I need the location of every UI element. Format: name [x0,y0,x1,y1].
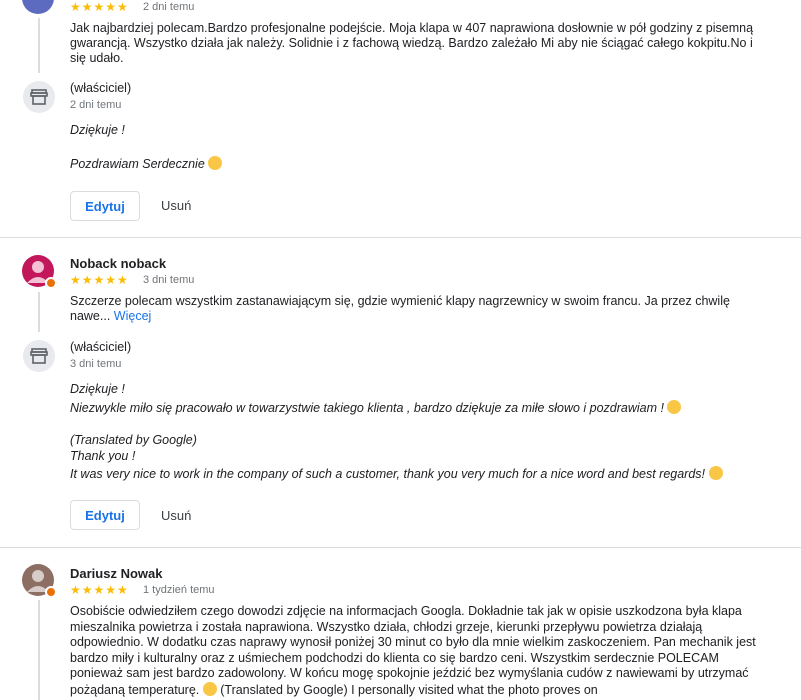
more-link[interactable]: Więcej [114,309,152,323]
owner-avatar [23,81,55,113]
owner-avatar [23,340,55,372]
thread-line [38,600,40,700]
owner-reply-time: 3 dni temu [70,358,122,370]
owner-label: (właściciel) [70,81,132,95]
review-divider [0,547,801,548]
translated-text: It was very nice to work in the company … [70,467,706,481]
store-icon [30,348,48,364]
review-time: 3 dni temu [143,274,195,286]
owner-reply-time: 2 dni temu [70,99,122,111]
wink-emoji-icon [708,466,723,480]
reviewer-avatar[interactable] [22,564,57,598]
thread-line [38,18,40,73]
rating-stars: ★★★★★ [70,583,129,597]
translated-line: Thank you ! [70,449,136,463]
store-icon [30,89,48,105]
owner-reply-line: Dziękuje ! [70,123,125,137]
edit-reply-button[interactable]: Edytuj [70,191,140,221]
owner-label: (właściciel) [70,340,132,354]
delete-reply-button[interactable]: Usuń [161,198,191,213]
wink-emoji-icon [208,156,223,170]
review-text: Jak najbardziej polecam.Bardzo profesjon… [70,21,754,65]
translated-body: It was very nice to work in the company … [70,466,790,483]
owner-reply-text: Niezwykle miło się pracowało w towarzyst… [70,401,664,415]
delete-reply-button[interactable]: Usuń [161,508,191,523]
translated-label: (Translated by Google) [70,433,197,447]
review-time: 1 tydzień temu [143,584,215,596]
owner-reply-body: Niezwykle miło się pracowało w towarzyst… [70,400,790,417]
review-divider [0,237,801,238]
review-text-translated: (Translated by Google) I personally visi… [220,682,598,697]
review-text: Osobiście odwiedziłem czego dowodzi zdję… [70,604,770,698]
local-guide-badge [45,586,57,598]
review-text-content: Szczerze polecam wszystkim zastanawiając… [70,294,730,323]
rating-stars: ★★★★★ [70,273,129,287]
reviewer-avatar[interactable] [22,0,54,14]
reviewer-avatar[interactable] [22,255,57,289]
grin-emoji-icon [202,681,217,696]
owner-reply-line: Dziękuje ! [70,382,125,396]
owner-reply-signoff: Pozdrawiam Serdecznie [70,156,223,173]
reviewer-name[interactable]: Dariusz Nowak [70,566,162,581]
wink-emoji-icon [667,400,682,414]
review-text: Szczerze polecam wszystkim zastanawiając… [70,294,770,324]
review-time: 2 dni temu [143,1,195,13]
rating-stars: ★★★★★ [70,0,129,14]
local-guide-badge [45,277,57,289]
edit-reply-button[interactable]: Edytuj [70,500,140,530]
owner-reply-text: Pozdrawiam Serdecznie [70,157,205,171]
reviewer-name[interactable]: Noback noback [70,256,166,271]
thread-line [38,292,40,332]
